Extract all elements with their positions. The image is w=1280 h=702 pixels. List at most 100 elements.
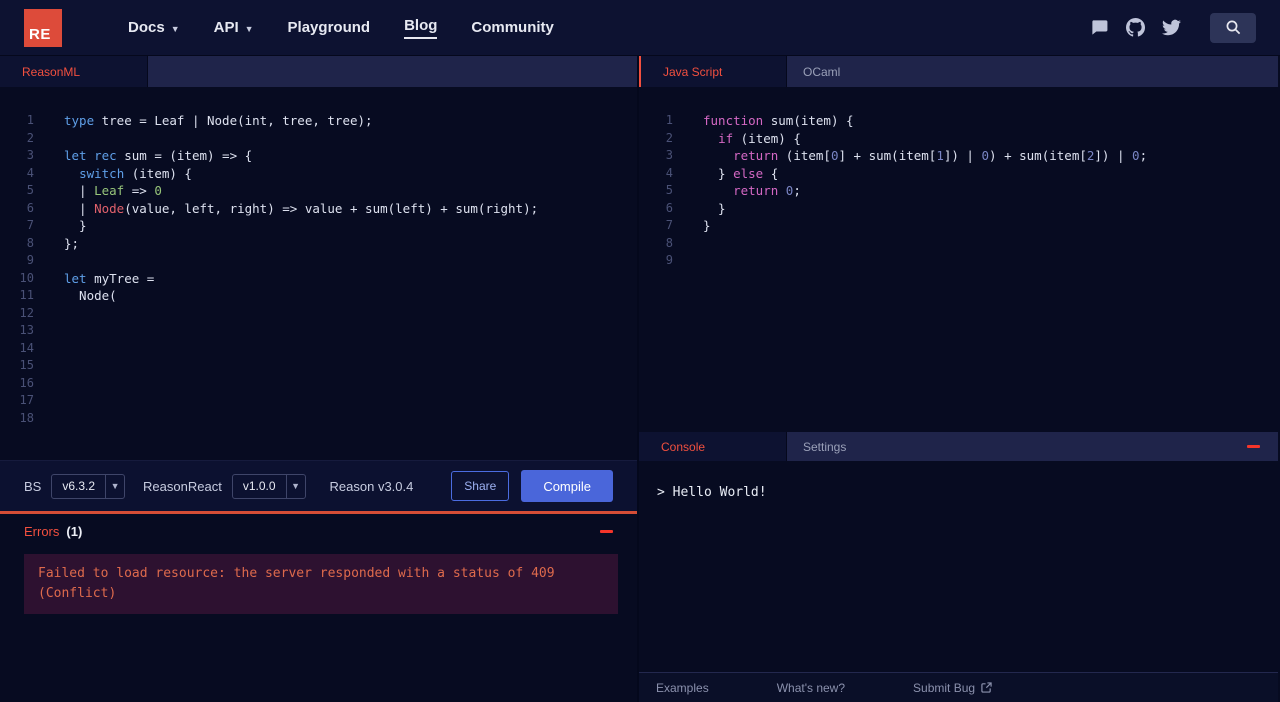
chevron-down-icon: ▼ — [105, 474, 124, 498]
tab-reasonml[interactable]: ReasonML — [0, 56, 148, 87]
code-line: 5 return 0; — [639, 182, 1278, 200]
code-line: 9 — [0, 252, 637, 270]
code-line: 1 function sum(item) { — [639, 112, 1278, 130]
line-number: 7 — [26, 218, 34, 232]
line-number: 18 — [19, 410, 34, 425]
console-tabstrip: Console Settings — [639, 432, 1278, 461]
code-line: 6 } — [639, 200, 1278, 218]
code-line: 2 if (item) { — [639, 130, 1278, 148]
reasonreact-version-value: v1.0.0 — [242, 479, 276, 493]
minus-icon — [1247, 445, 1260, 448]
examples-link[interactable]: Examples — [656, 681, 709, 695]
nav-item-playground[interactable]: Playground — [288, 19, 371, 36]
reasonreact-version-select[interactable]: v1.0.0 ▼ — [231, 473, 306, 499]
code-line: 8}; — [0, 235, 637, 253]
code-line: 3 let rec sum = (item) => { — [0, 147, 637, 165]
tabstrip-spacer — [856, 56, 1278, 87]
line-number: 9 — [26, 253, 34, 267]
code-line: 15 — [0, 357, 637, 375]
code-line: 11 Node( — [0, 287, 637, 305]
line-number: 8 — [665, 235, 673, 250]
line-number: 5 — [26, 183, 34, 197]
line-number: 2 — [665, 130, 673, 145]
tab-ocaml[interactable]: OCaml — [787, 56, 856, 87]
submit-bug-link[interactable]: Submit Bug — [913, 681, 992, 695]
code-line: 13 — [0, 322, 637, 340]
compile-button[interactable]: Compile — [521, 470, 613, 502]
code-line: 14 — [0, 340, 637, 358]
code-line: 16 — [0, 375, 637, 393]
line-number: 8 — [26, 235, 34, 250]
compiler-toolbar: BS v6.3.2 ▼ ReasonReact v1.0.0 ▼ Reason … — [0, 460, 637, 511]
output-panel: Java Script OCaml 1 function sum(item) {2… — [639, 56, 1278, 702]
tab-console[interactable]: Console — [639, 432, 787, 461]
workspace: ReasonML 1 type tree = Leaf | Node(int, t… — [0, 56, 1280, 702]
code-line: 18 — [0, 410, 637, 428]
line-number: 7 — [665, 218, 673, 232]
line-number: 12 — [19, 305, 34, 320]
share-button[interactable]: Share — [451, 471, 510, 501]
nav-item-blog[interactable]: Blog — [404, 17, 438, 39]
collapse-errors-button[interactable] — [600, 529, 613, 533]
bs-version-select[interactable]: v6.3.2 ▼ — [51, 473, 126, 499]
playground-footer: Examples What's new? Submit Bug — [639, 672, 1278, 702]
reason-panel: ReasonML 1 type tree = Leaf | Node(int, t… — [0, 56, 639, 702]
line-number: 3 — [665, 148, 673, 162]
bs-version-value: v6.3.2 — [62, 479, 96, 493]
line-number: 2 — [26, 130, 34, 145]
github-icon[interactable] — [1126, 18, 1145, 37]
tabstrip-spacer — [148, 56, 637, 87]
line-number: 1 — [26, 113, 34, 127]
line-number: 11 — [19, 288, 34, 302]
line-number: 13 — [19, 323, 34, 337]
code-line: 8 — [639, 235, 1278, 253]
code-line: 10 let myTree = — [0, 270, 637, 288]
code-line: 7 } — [0, 217, 637, 235]
whats-new-link[interactable]: What's new? — [777, 681, 845, 695]
errors-title: Errors — [24, 523, 60, 539]
line-number: 15 — [19, 358, 34, 372]
code-line: 17 — [0, 392, 637, 410]
code-line: 6 | Node(value, left, right) => value + … — [0, 200, 637, 218]
output-tabstrip: Java Script OCaml — [639, 56, 1278, 87]
search-button[interactable] — [1210, 12, 1256, 43]
code-line: 12 — [0, 305, 637, 323]
console-output: > Hello World! — [657, 485, 767, 500]
errors-count-badge: (1) — [66, 523, 83, 539]
reasonreact-label: ReasonReact — [143, 478, 222, 494]
line-number: 16 — [19, 375, 34, 390]
chevron-down-icon: ▼ — [285, 474, 305, 498]
chat-icon[interactable] — [1090, 18, 1109, 37]
line-number: 5 — [665, 183, 673, 197]
collapse-console-button[interactable] — [1229, 432, 1278, 461]
reason-editor[interactable]: 1 type tree = Leaf | Node(int, tree, tree… — [0, 87, 637, 460]
external-link-icon — [981, 682, 992, 693]
code-line: 3 return (item[0] + sum(item[1]) | 0) + … — [639, 147, 1278, 165]
tab-javascript[interactable]: Java Script — [639, 56, 787, 87]
chevron-down-icon: ▼ — [244, 23, 254, 34]
submit-bug-label: Submit Bug — [913, 680, 976, 695]
tabstrip-spacer — [862, 432, 1229, 461]
line-number: 14 — [19, 340, 34, 355]
javascript-editor[interactable]: 1 function sum(item) {2 if (item) {3 retu… — [639, 87, 1278, 432]
search-icon — [1226, 20, 1240, 35]
twitter-icon[interactable] — [1162, 18, 1181, 37]
code-line: 4 } else { — [639, 165, 1278, 183]
reason-logo[interactable]: RE — [24, 8, 62, 47]
error-message: Failed to load resource: the server resp… — [24, 554, 618, 614]
navbar: RE Docs ▼ API ▼ Playground Blog Communit… — [0, 0, 1280, 56]
nav-item-community[interactable]: Community — [471, 19, 554, 36]
tab-settings[interactable]: Settings — [787, 432, 862, 461]
chevron-down-icon: ▼ — [170, 23, 180, 34]
code-line: 7} — [639, 217, 1278, 235]
code-line: 9 — [639, 252, 1278, 270]
main-nav: Docs ▼ API ▼ Playground Blog Community — [128, 17, 554, 39]
code-line: 5 | Leaf => 0 — [0, 182, 637, 200]
code-line: 2 — [0, 130, 637, 148]
line-number: 3 — [26, 148, 34, 162]
line-number: 1 — [665, 113, 673, 127]
nav-item-api[interactable]: API ▼ — [214, 19, 254, 36]
code-line: 4 switch (item) { — [0, 165, 637, 183]
nav-item-docs[interactable]: Docs ▼ — [128, 19, 180, 36]
line-number: 4 — [26, 165, 34, 180]
